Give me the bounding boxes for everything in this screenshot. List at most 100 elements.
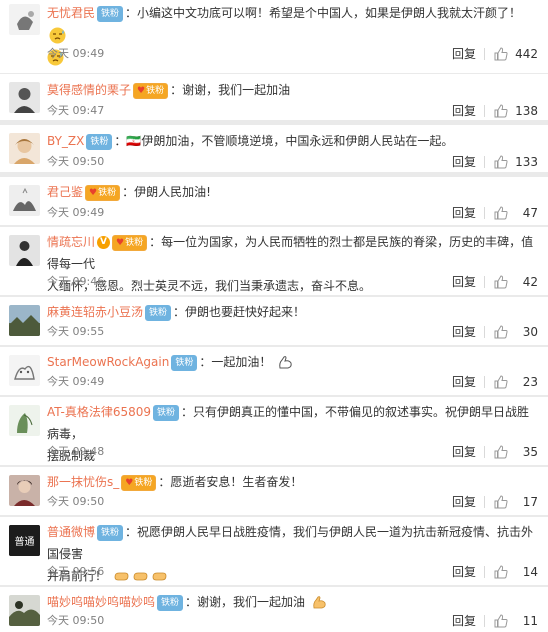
comment-username[interactable]: 莫得感情的栗子 — [47, 83, 131, 97]
divider — [484, 496, 485, 508]
avatar[interactable] — [9, 405, 40, 436]
reply-button[interactable]: 回复 — [452, 563, 476, 581]
comment-username[interactable]: 麻黄连轺赤小豆汤 — [47, 305, 143, 319]
like-button[interactable]: 35 — [490, 443, 538, 461]
fans-badge[interactable]: 铁粉 — [97, 5, 124, 22]
comment-username[interactable]: AT-真格法律65809 — [47, 405, 151, 419]
divider — [484, 446, 485, 458]
comment-username[interactable]: StarMeowRockAgain — [47, 355, 169, 369]
comment-item: BY_ZX 铁粉 ：🇮🇷伊朗加油，不管顺境逆境，中国永远和伊朗人民站在一起。 今天 … — [0, 125, 548, 172]
comment-username[interactable]: 喵妙呜喵妙呜喵妙呜 — [47, 595, 155, 609]
divider — [484, 326, 485, 338]
reply-button[interactable]: 回复 — [452, 45, 476, 63]
like-button[interactable]: 30 — [490, 323, 538, 341]
thumbs-up-icon — [494, 375, 508, 389]
like-button[interactable]: 14 — [490, 563, 538, 581]
divider — [484, 615, 485, 627]
comment-text: 伊朗也要赶快好起来！ — [185, 305, 306, 319]
avatar[interactable] — [9, 82, 40, 113]
comment-time: 今天 09:50 — [47, 614, 105, 627]
like-button[interactable]: 133 — [490, 153, 538, 171]
sweat-emoji-icon — [49, 27, 66, 44]
comment-username[interactable]: 君己鉴 — [47, 185, 83, 199]
avatar[interactable]: 普通 — [9, 525, 40, 556]
comment-username[interactable]: BY_ZX — [47, 134, 84, 148]
comment-time: 今天 09:47 — [47, 104, 105, 117]
svg-text:普通: 普通 — [15, 535, 35, 548]
reply-button[interactable]: 回复 — [452, 373, 476, 391]
reply-button[interactable]: 回复 — [452, 323, 476, 341]
comment-text: 伊朗人民加油! — [134, 185, 211, 199]
avatar[interactable] — [9, 4, 40, 35]
comment-time: 今天 09:48 — [47, 445, 105, 458]
comment-time: 今天 09:56 — [47, 565, 105, 578]
like-button[interactable]: 23 — [490, 373, 538, 391]
reply-button[interactable]: 回复 — [452, 273, 476, 291]
avatar[interactable] — [9, 475, 40, 506]
fans-badge[interactable]: ♥铁粉 — [133, 82, 169, 99]
fans-badge[interactable]: 铁粉 — [145, 304, 172, 321]
thumbs-up-icon — [494, 445, 508, 459]
avatar[interactable] — [9, 355, 40, 386]
like-count: 14 — [522, 565, 538, 579]
reply-button[interactable]: 回复 — [452, 493, 476, 511]
avatar[interactable] — [9, 235, 40, 266]
like-count: 47 — [522, 206, 538, 220]
like-count: 11 — [522, 614, 538, 628]
comment-item: 君己鉴 ♥铁粉 ：伊朗人民加油! 今天 09:49 回复 47 — [0, 177, 548, 225]
avatar[interactable] — [9, 595, 40, 626]
fans-badge[interactable]: ♥铁粉 — [121, 474, 157, 491]
reply-button[interactable]: 回复 — [452, 204, 476, 222]
strong-arm-emoji-icon — [277, 354, 294, 371]
comment-item: 莫得感情的栗子 ♥铁粉 ：谢谢，我们一起加油 今天 09:47 回复 138 — [0, 74, 548, 120]
thumbs-up-icon — [494, 495, 508, 509]
reply-button[interactable]: 回复 — [452, 443, 476, 461]
comment-item: AT-真格法律65809 铁粉 ：只有伊朗真正的懂中国，不带偏见的叙述事实。祝伊朗早… — [0, 397, 548, 465]
fans-badge[interactable]: 铁粉 — [157, 594, 184, 611]
thumbs-up-icon — [494, 155, 508, 169]
comment-username[interactable]: 普通微博 — [47, 525, 95, 539]
divider — [484, 207, 485, 219]
comment-username[interactable]: 情疏忘川 — [47, 235, 95, 249]
comment-text: 🇮🇷伊朗加油，不管顺境逆境，中国永远和伊朗人民站在一起。 — [126, 134, 454, 148]
reply-button[interactable]: 回复 — [452, 612, 476, 630]
like-button[interactable]: 11 — [490, 612, 538, 630]
like-count: 138 — [515, 104, 538, 118]
like-button[interactable]: 42 — [490, 273, 538, 291]
thumbs-up-icon — [494, 206, 508, 220]
avatar[interactable] — [9, 185, 40, 216]
fans-badge[interactable]: 铁粉 — [97, 524, 124, 541]
fans-badge[interactable]: 铁粉 — [153, 404, 180, 421]
avatar[interactable] — [9, 305, 40, 336]
comment-text: 小编这中文功底可以啊！希望是个中国人，如果是伊朗人我就太汗颜了！ — [137, 6, 522, 20]
fans-badge[interactable]: 铁粉 — [171, 354, 198, 371]
comment-username[interactable]: 那一抹忧伤s_ — [47, 475, 119, 489]
thumbs-up-icon — [494, 47, 508, 61]
like-button[interactable]: 17 — [490, 493, 538, 511]
like-count: 42 — [522, 275, 538, 289]
comment-time: 今天 09:55 — [47, 325, 105, 338]
fans-badge[interactable]: 铁粉 — [86, 133, 113, 150]
fans-badge[interactable]: ♥铁粉 — [112, 234, 148, 251]
reply-button[interactable]: 回复 — [452, 102, 476, 120]
like-count: 133 — [515, 155, 538, 169]
comment-text: 谢谢，我们一起加油 — [182, 83, 291, 97]
comment-list: 无忧君民 铁粉 ：小编这中文功底可以啊！希望是个中国人，如果是伊朗人我就太汗颜了！ … — [0, 0, 548, 632]
divider — [484, 376, 485, 388]
comment-text: 愿逝者安息！生者奋发！ — [170, 475, 303, 489]
thumbs-up-icon — [494, 104, 508, 118]
avatar[interactable] — [9, 133, 40, 164]
divider — [484, 48, 485, 60]
fans-badge[interactable]: ♥铁粉 — [85, 184, 121, 201]
comment-item: StarMeowRockAgain 铁粉 ：一起加油！ 今天 09:49 回复 23 — [0, 347, 548, 395]
divider — [484, 156, 485, 168]
comment-text: 谢谢，我们一起加油 — [197, 595, 306, 609]
like-count: 442 — [515, 47, 538, 61]
like-count: 30 — [522, 325, 538, 339]
like-button[interactable]: 47 — [490, 204, 538, 222]
comment-username[interactable]: 无忧君民 — [47, 6, 95, 20]
strong-arm-emoji-icon — [311, 594, 328, 611]
like-button[interactable]: 138 — [490, 102, 538, 120]
reply-button[interactable]: 回复 — [452, 153, 476, 171]
like-button[interactable]: 442 — [490, 45, 538, 63]
